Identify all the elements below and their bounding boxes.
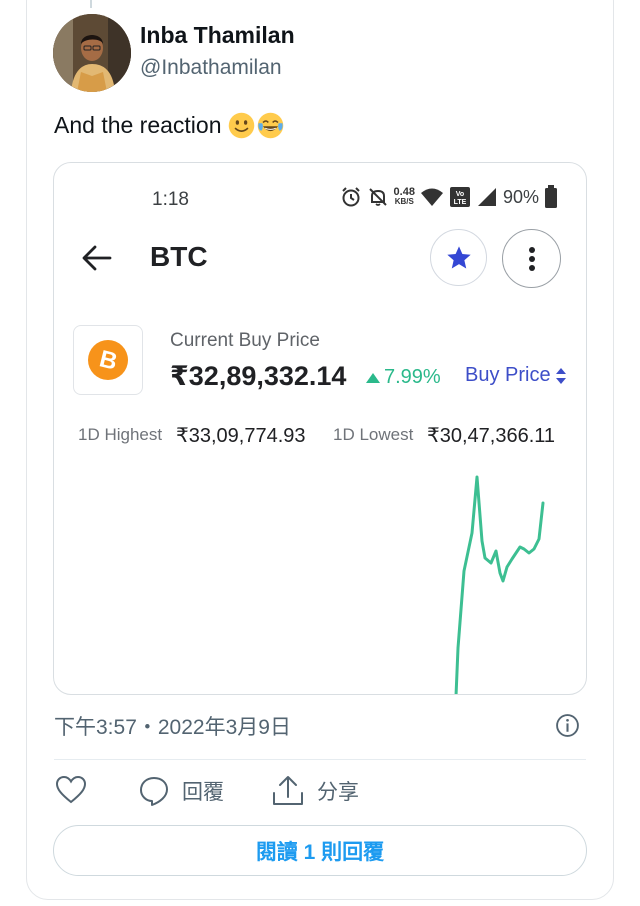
star-icon: [446, 245, 471, 268]
battery-icon: [545, 185, 557, 208]
comment-icon: [140, 777, 168, 806]
price-label: Current Buy Price: [170, 330, 320, 351]
tweet-body: And the reaction: [54, 112, 222, 138]
up-triangle-icon: [366, 372, 380, 383]
bitcoin-logo-icon: B: [88, 340, 128, 380]
wifi-icon: [420, 188, 443, 206]
high-value: ₹33,09,774.93: [176, 425, 306, 447]
share-icon: [273, 776, 303, 805]
price-chart: [454, 475, 545, 694]
price-change-value: 7.99%: [384, 366, 441, 388]
buy-price-label: Buy Price: [465, 364, 551, 386]
alarm-icon: [341, 187, 360, 207]
cell-signal-icon: [477, 188, 496, 206]
mute-bell-icon: [368, 188, 387, 206]
info-icon[interactable]: [555, 713, 580, 738]
volte-icon: Vo LTE: [449, 187, 470, 207]
svg-text:LTE: LTE: [454, 199, 467, 206]
favorite-button[interactable]: [430, 229, 487, 286]
face-with-tears-of-joy-icon: [257, 112, 283, 139]
price-change: 7.99%: [366, 366, 441, 389]
network-speed: 0.48 KB/S: [393, 186, 415, 207]
share-label: 分享: [317, 781, 359, 804]
share-button[interactable]: 分享: [271, 775, 359, 807]
low-value: ₹30,47,366.11: [427, 425, 556, 447]
coin-logo-tile: B: [73, 325, 143, 395]
avatar[interactable]: [53, 14, 131, 92]
high-label: 1D Highest: [78, 425, 163, 444]
more-vertical-icon: [528, 246, 535, 271]
asset-title: BTC: [150, 241, 208, 272]
tweet-timestamp[interactable]: 下午3:57・2022年3月9日: [54, 711, 291, 741]
reply-button[interactable]: 回覆: [138, 775, 224, 807]
current-price: ₹32,89,332.14: [170, 361, 347, 391]
buy-price-selector[interactable]: Buy Price: [465, 364, 566, 387]
media-image[interactable]: 1:18 0.48 KB/S Vo LTE 90% BTC B Current …: [53, 162, 587, 695]
price-line: [454, 475, 545, 694]
like-button[interactable]: [55, 775, 87, 805]
author-handle[interactable]: @Inbathamilan: [140, 56, 282, 80]
status-bar-icons: 0.48 KB/S Vo LTE 90%: [340, 185, 558, 209]
slightly-smiling-face-icon: [228, 112, 254, 139]
more-options-button[interactable]: [502, 229, 561, 288]
thread-connector-line: [90, 0, 92, 8]
heart-icon: [55, 775, 87, 804]
reply-label: 回覆: [182, 781, 224, 804]
read-replies-button[interactable]: 閱讀 1 則回覆: [53, 825, 587, 876]
sort-toggle-icon: [555, 367, 566, 384]
status-bar-time: 1:18: [152, 189, 189, 210]
back-arrow-icon[interactable]: [80, 241, 114, 275]
battery-percentage: 90%: [502, 186, 539, 207]
tweet-text: And the reaction: [54, 112, 284, 139]
divider: [54, 759, 586, 760]
svg-text:Vo: Vo: [456, 191, 464, 198]
avatar-image: [53, 14, 131, 92]
low-label: 1D Lowest: [333, 425, 414, 444]
author-name[interactable]: Inba Thamilan: [140, 22, 295, 49]
